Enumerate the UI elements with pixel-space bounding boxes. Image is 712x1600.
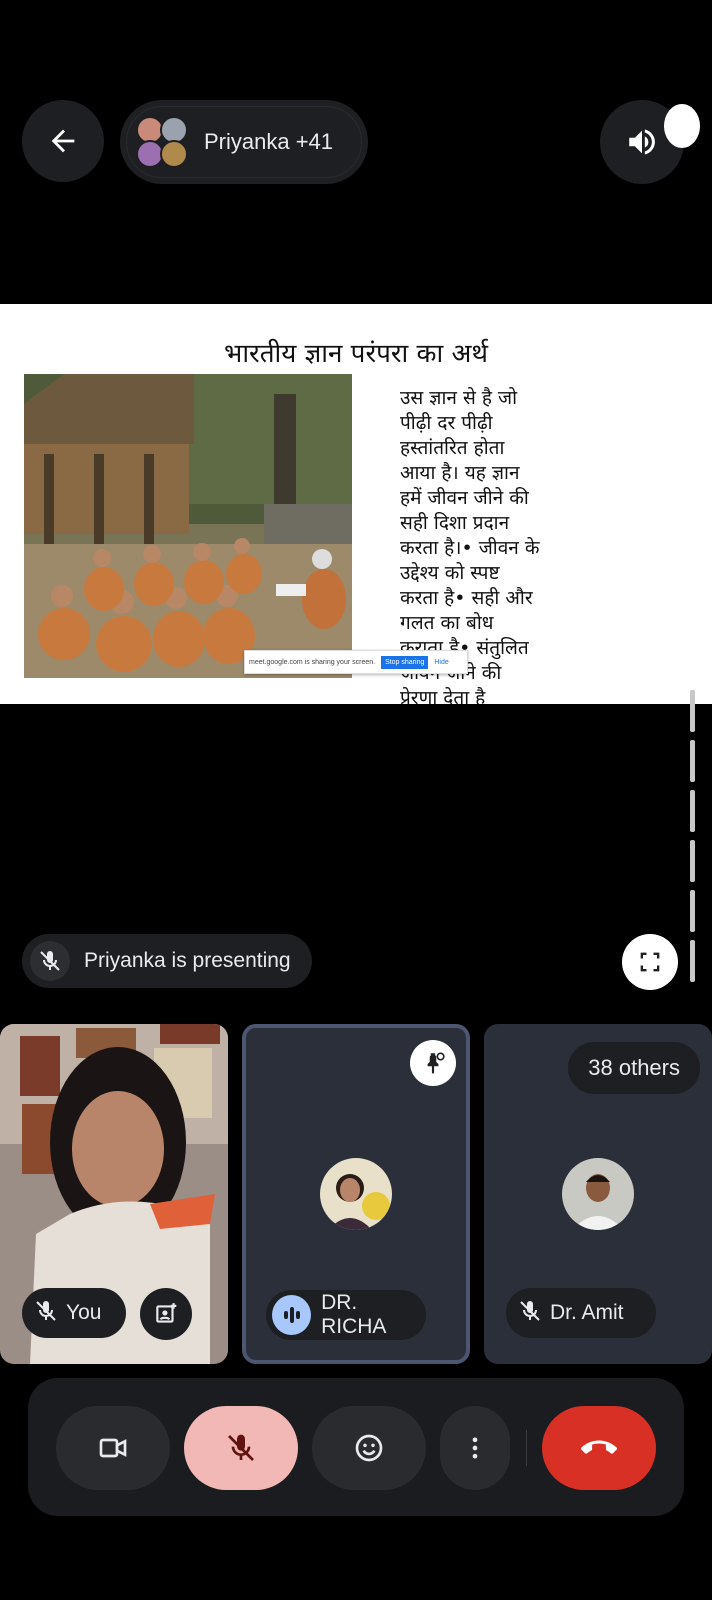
camera-button[interactable] [56,1406,170,1490]
slide-line: गलत का बोध [400,612,494,634]
mic-off-icon [518,1299,542,1328]
dr-richa-chip: DR. RICHA [266,1290,426,1340]
pin-icon [427,1052,445,1074]
dr-amit-chip: Dr. Amit [506,1288,656,1338]
volume-icon [629,129,655,155]
add-photo-effects-icon [156,1303,177,1323]
back-button[interactable] [22,100,104,182]
you-chip: You [22,1288,126,1338]
more-vert-icon [472,1437,478,1459]
call-end-icon [581,1440,617,1454]
stop-sharing-button[interactable]: Stop sharing [381,655,429,669]
tile-dr-amit[interactable]: 38 others Dr. Amit [484,1024,712,1364]
overlay-bubble [664,104,700,148]
end-call-button[interactable] [542,1406,656,1490]
presenting-label: Priyanka is presenting [84,949,291,972]
slide-line: उद्देश्य को स्पष्ट [400,562,500,584]
scroll-indicator [690,790,695,832]
slide-line: हमें जीवन जीने की [400,487,529,509]
scroll-indicator [690,890,695,932]
videocam-icon [99,1438,127,1458]
tile-you[interactable]: You [0,1024,228,1364]
pin-button[interactable] [410,1040,456,1086]
slide-line: सही दिशा प्रदान [400,512,510,534]
dr-amit-label: Dr. Amit [550,1301,624,1324]
slide-line: उस ज्ञान से है जो [400,387,518,409]
arrow-left-icon [51,129,75,153]
reactions-button[interactable] [312,1406,426,1490]
controls-divider [526,1430,527,1466]
slide-line: हस्तांतरित होता [400,437,505,459]
screen-share-notice: meet.google.com is sharing your screen. … [244,650,468,674]
tile-dr-richa[interactable]: DR. RICHA [242,1024,470,1364]
more-options-button[interactable] [440,1406,510,1490]
share-notice-text: meet.google.com is sharing your screen. [249,658,376,666]
slide-line: करता है• सही और [400,587,533,609]
shared-screen: भारतीय ज्ञान परंपरा का अर्थ उस ज्ञान से … [0,304,712,704]
mic-off-icon [34,1299,58,1328]
participants-chip[interactable]: Priyanka +41 [120,100,368,184]
mic-off-icon [30,941,70,981]
scroll-indicator [690,740,695,782]
fullscreen-icon [640,952,660,972]
scroll-indicator [690,690,695,732]
fullscreen-button[interactable] [622,934,678,990]
scroll-indicator [690,940,695,982]
slide-line: पीढ़ी दर पीढ़ी [400,412,493,434]
slide-line: प्रेरणा देता है [400,687,486,704]
slide-line: करता है।• जीवन के [400,537,540,559]
presenting-chip: Priyanka is presenting [22,934,312,988]
slide-line: आया है। यह ज्ञान [400,462,520,484]
call-controls [28,1378,684,1516]
others-count[interactable]: 38 others [568,1042,700,1094]
speaking-indicator-icon [272,1295,312,1335]
avatar [562,1158,634,1230]
scroll-indicator [690,840,695,882]
you-label: You [66,1301,102,1324]
gurukul-image [24,374,352,678]
hide-notice-button[interactable]: Hide [434,659,448,666]
effects-button[interactable] [140,1288,192,1340]
avatar [320,1158,392,1230]
mic-off-icon [228,1434,254,1461]
emoji-icon [355,1434,383,1462]
mic-button[interactable] [184,1406,298,1490]
slide-title: भारतीय ज्ञान परंपरा का अर्थ [224,339,488,369]
dr-richa-label: DR. RICHA [321,1291,387,1338]
participant-avatars [136,116,188,168]
